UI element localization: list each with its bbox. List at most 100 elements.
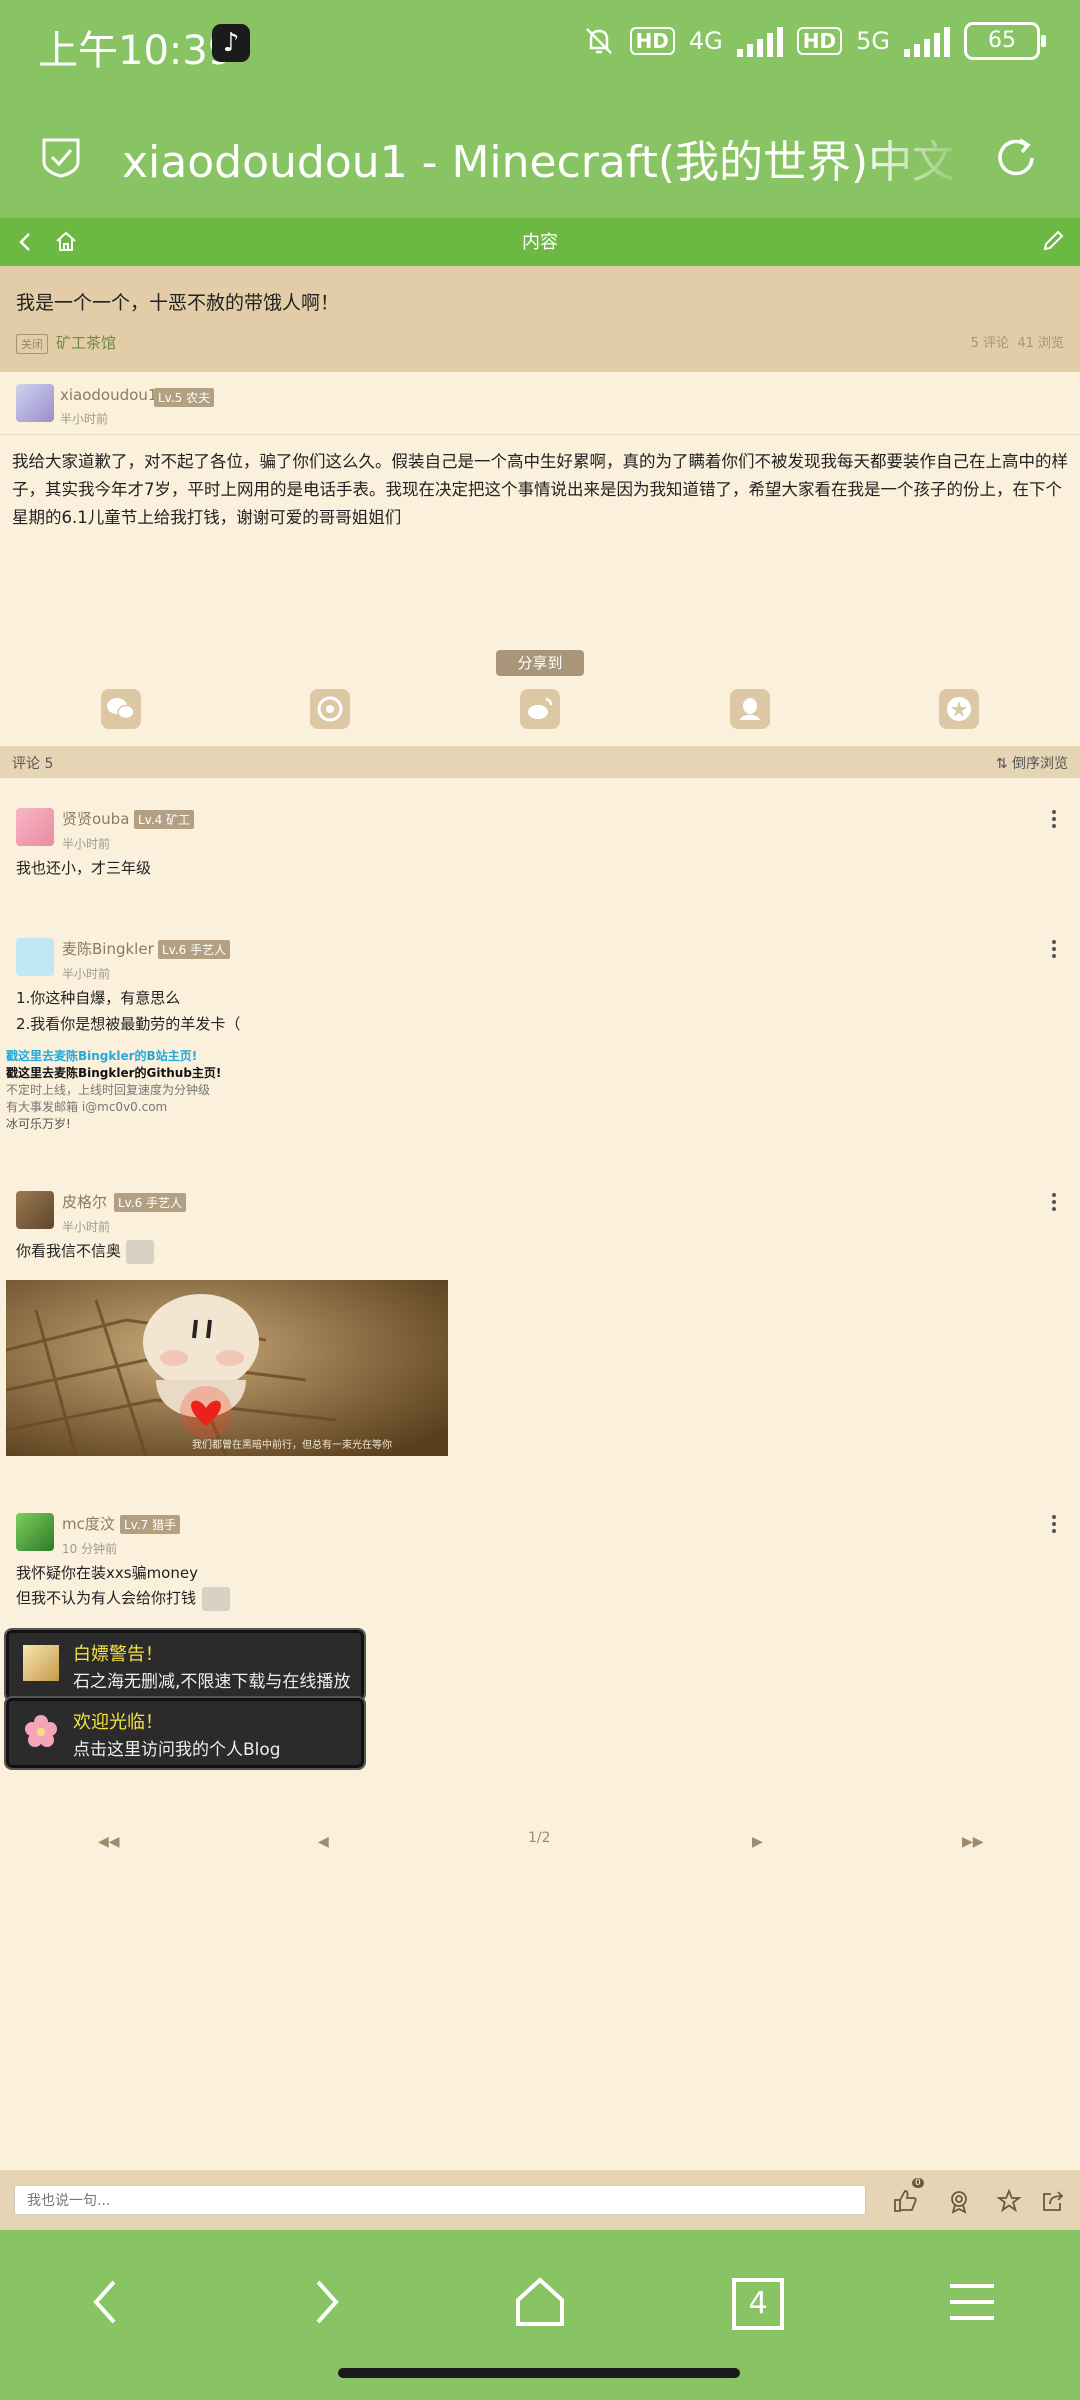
- weibo-share-icon[interactable]: [520, 689, 560, 729]
- signature-line: 不定时上线，上线时回复速度为分钟级: [6, 1083, 211, 1097]
- moments-share-icon[interactable]: [310, 689, 350, 729]
- card-text: 石之海无删减,不限速下载与在线播放: [73, 1672, 351, 1692]
- comment-text-line-2: 但我不认为有人会给你打钱: [16, 1589, 197, 1607]
- hd-badge-2: HD: [796, 27, 843, 55]
- battery-icon: 65: [964, 22, 1046, 60]
- commenter-name[interactable]: mc度汶: [62, 1513, 115, 1534]
- comment-time: 半小时前: [62, 1220, 111, 1234]
- avatar[interactable]: [16, 808, 54, 846]
- avatar[interactable]: [16, 1191, 54, 1229]
- forum-link[interactable]: 矿工茶馆: [56, 332, 116, 353]
- commenter-name[interactable]: 皮格尔: [62, 1191, 107, 1212]
- commenter-name[interactable]: 贤贤ouba: [62, 808, 129, 829]
- reload-icon[interactable]: [992, 134, 1040, 182]
- avatar[interactable]: [16, 938, 54, 976]
- status-indicators: HD 4G HD 5G 65: [582, 22, 1046, 60]
- favorite-share-icon[interactable]: [939, 689, 979, 729]
- last-page-icon[interactable]: ▶▶: [962, 1834, 984, 1850]
- more-options-icon[interactable]: [1052, 940, 1056, 961]
- award-icon[interactable]: [946, 2188, 972, 2214]
- level-badge: Lv.6 手艺人: [114, 1193, 187, 1212]
- url-fade: [860, 120, 970, 190]
- card-title: 白嫖警告！: [73, 1644, 163, 1665]
- level-badge: Lv.5 农夫: [154, 388, 215, 407]
- next-page-icon[interactable]: ▶: [752, 1834, 763, 1850]
- forward-icon[interactable]: [294, 2272, 354, 2332]
- comment-text: 我也还小，才三年级: [16, 859, 152, 877]
- comment-image[interactable]: 我们都曾在黑暗中前行，但总有一束光在等你: [6, 1280, 448, 1456]
- comments-bar: 评论 5 ⇅ 倒序浏览: [0, 746, 1080, 778]
- star-icon[interactable]: [996, 2188, 1022, 2214]
- closed-tag: 关闭: [16, 334, 48, 354]
- comments-count: 评论 5: [12, 756, 54, 772]
- like-icon[interactable]: [892, 2188, 918, 2214]
- mute-bell-icon: [585, 28, 612, 54]
- tiktok-notification-icon: ♪: [212, 24, 250, 62]
- back-icon[interactable]: [78, 2272, 138, 2332]
- edit-pencil-icon[interactable]: [1040, 228, 1066, 254]
- pagination: ◀◀ ◀ 1/2 ▶ ▶▶: [0, 1830, 1080, 1860]
- share-label: 分享到: [496, 650, 584, 676]
- sort-label: 倒序浏览: [1012, 756, 1068, 772]
- tabs-button[interactable]: 4: [726, 2272, 786, 2332]
- signature-line: 有大事发邮箱 i@mc0v0.com: [6, 1100, 168, 1114]
- signal-bars-icon-2: [904, 25, 950, 57]
- page-indicator[interactable]: 1/2: [528, 1830, 551, 1846]
- level-badge: Lv.7 猎手: [120, 1515, 181, 1534]
- signature-card-warning[interactable]: 白嫖警告！ 石之海无删减,不限速下载与在线播放: [4, 1628, 366, 1702]
- flower-icon: [25, 1715, 57, 1747]
- site-nav-title: 内容: [522, 232, 558, 253]
- thread-title: 我是一个一个，十恶不赦的带饿人啊！: [16, 292, 340, 314]
- comment-time: 半小时前: [62, 837, 111, 851]
- card-title: 欢迎光临！: [73, 1712, 163, 1733]
- comment-2: 麦陈Bingkler Lv.6 手艺人 半小时前 1.你这种自爆，有意思么 2.…: [0, 930, 1080, 1140]
- more-options-icon[interactable]: [1052, 1515, 1056, 1536]
- site-nav-bar: 内容: [0, 218, 1080, 266]
- post-content: 我给大家道歉了，对不起了各位，骗了你们这么久。假装自己是一个高中生好累啊，真的为…: [12, 452, 1068, 527]
- emoji-sticker: [126, 1240, 154, 1264]
- shield-check-icon[interactable]: [40, 136, 82, 178]
- signature-github-link[interactable]: 戳这里去麦陈Bingkler的Github主页!: [6, 1065, 221, 1082]
- first-page-icon[interactable]: ◀◀: [98, 1834, 120, 1850]
- reply-input[interactable]: 我也说一句...: [14, 2185, 866, 2215]
- comment-text-line-1: 1.你这种自爆，有意思么: [16, 989, 181, 1007]
- reverse-sort-button[interactable]: ⇅ 倒序浏览: [996, 753, 1068, 773]
- comment-3: 皮格尔 Lv.6 手艺人 半小时前 你看我信不信奥: [0, 1183, 1080, 1273]
- comment-text: 你看我信不信奥: [16, 1242, 122, 1260]
- like-count: 0: [912, 2178, 924, 2188]
- prev-page-icon[interactable]: ◀: [318, 1834, 329, 1850]
- comment-time: 10 分钟前: [62, 1542, 118, 1556]
- author-name[interactable]: xiaodoudou1: [60, 386, 157, 404]
- more-options-icon[interactable]: [1052, 1193, 1056, 1214]
- more-options-icon[interactable]: [1052, 810, 1056, 831]
- signature-card-blog[interactable]: 欢迎光临！ 点击这里访问我的个人Blog: [4, 1696, 366, 1770]
- tabs-count: 4: [732, 2278, 784, 2330]
- comment-1: 贤贤ouba Lv.4 矿工 半小时前 我也还小，才三年级: [0, 800, 1080, 900]
- avatar[interactable]: [16, 384, 54, 422]
- post-author: xiaodoudou1 Lv.5 农夫 半小时前: [0, 372, 1080, 435]
- qq-share-icon[interactable]: [730, 689, 770, 729]
- view-count: 41 浏览: [1017, 336, 1064, 351]
- thread-stats: 5 评论 41 浏览: [971, 332, 1064, 351]
- reply-bar: 我也说一句... 0: [0, 2170, 1080, 2230]
- home-indicator: [338, 2368, 740, 2378]
- wechat-share-icon[interactable]: [101, 689, 141, 729]
- card-avatar-icon: [23, 1645, 59, 1681]
- emoji-sticker: [202, 1587, 230, 1611]
- comment-text-line-2: 2.我看你是想被最勤劳的羊发卡（: [16, 1015, 241, 1033]
- menu-icon[interactable]: [942, 2272, 1002, 2332]
- url-bar-title[interactable]: xiaodoudou1 - Minecraft(我的世界)中文论坛: [122, 126, 952, 190]
- comment-time: 半小时前: [62, 967, 111, 981]
- sort-icon: ⇅: [995, 756, 1012, 772]
- signature-line: 冰可乐万岁!: [6, 1117, 71, 1131]
- commenter-name[interactable]: 麦陈Bingkler: [62, 938, 154, 959]
- home-icon[interactable]: [510, 2272, 570, 2332]
- share-icon[interactable]: [1040, 2188, 1066, 2214]
- level-badge: Lv.4 矿工: [134, 810, 195, 829]
- post-time: 半小时前: [60, 412, 109, 426]
- signature-bilibili-link[interactable]: 戳这里去麦陈Bingkler的B站主页!: [6, 1048, 197, 1065]
- avatar[interactable]: [16, 1513, 54, 1551]
- comment-4: mc度汶 Lv.7 猎手 10 分钟前 我怀疑你在装xxs骗money 但我不认…: [0, 1505, 1080, 1625]
- level-badge: Lv.6 手艺人: [158, 940, 231, 959]
- status-time: 上午10:39: [38, 28, 234, 74]
